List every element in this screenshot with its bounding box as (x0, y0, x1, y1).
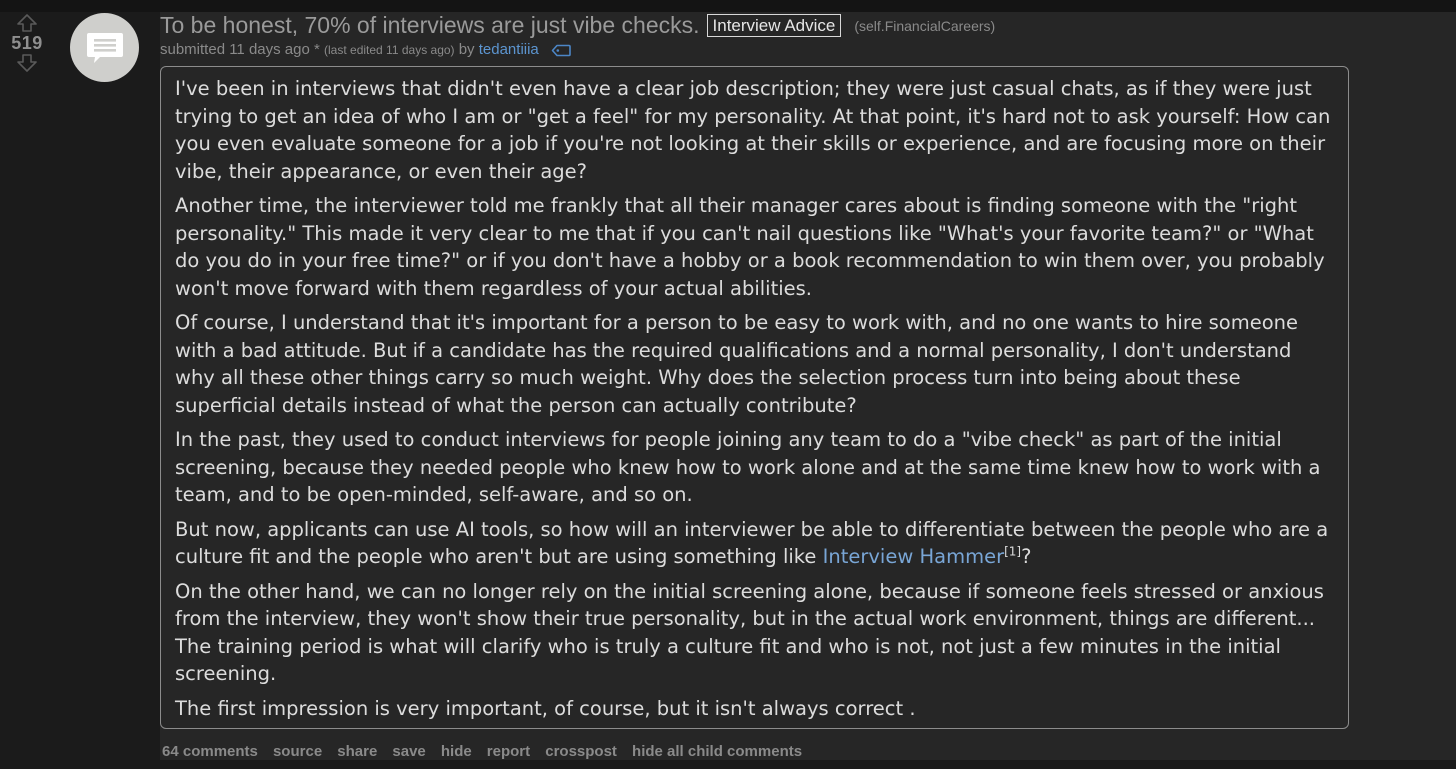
edited-time: (last edited 11 days ago) (324, 43, 455, 57)
post-buttons: 64 comments source share save hide repor… (162, 741, 812, 760)
report-button[interactable]: report (487, 743, 530, 760)
self-post-thumbnail[interactable] (70, 13, 139, 82)
edited-asterisk: * (309, 41, 325, 58)
crosspost-button[interactable]: crosspost (545, 743, 617, 760)
interview-hammer-link[interactable]: Interview Hammer (823, 545, 1005, 568)
tagline: submitted 11 days ago * (last edited 11 … (160, 41, 571, 58)
post-title[interactable]: To be honest, 70% of interviews are just… (160, 12, 700, 38)
body-paragraph: I've been in interviews that didn't even… (175, 77, 1331, 183)
tag-icon[interactable] (551, 44, 571, 57)
up-arrow-icon[interactable] (17, 14, 37, 32)
top-strip (0, 0, 1456, 12)
body-text: But now, applicants can use AI tools, so… (175, 517, 1329, 569)
hide-child-comments-button[interactable]: hide all child comments (632, 743, 802, 760)
post-body: I've been in interviews that didn't even… (160, 66, 1349, 729)
self-post-icon (86, 32, 123, 63)
body-text: ? (1021, 545, 1032, 568)
page: 519 To be honest, 70% of interviews are … (0, 0, 1456, 769)
link-flair: Interview Advice (706, 14, 842, 37)
body-paragraph: Another time, the interviewer told me fr… (175, 194, 1325, 300)
submitted-time: submitted 11 days ago (160, 41, 310, 58)
body-paragraph: On the other hand, we can no longer rely… (175, 579, 1324, 686)
author-link[interactable]: tedantiiia (479, 41, 539, 58)
down-arrow-icon[interactable] (17, 54, 37, 72)
body-paragraph: Of course, I understand that it's import… (175, 311, 1299, 417)
title-line: To be honest, 70% of interviews are just… (160, 12, 995, 39)
vote-score: 519 (11, 33, 43, 53)
source-button[interactable]: source (273, 743, 322, 760)
vote-column: 519 (0, 14, 54, 72)
hide-button[interactable]: hide (441, 743, 472, 760)
footnote-ref[interactable]: [1] (1004, 545, 1021, 559)
by-label: by (454, 41, 479, 58)
post-domain[interactable]: (self.FinancialCareers) (854, 18, 995, 34)
body-paragraph: But now, applicants can use AI tools, so… (175, 516, 1334, 571)
save-button[interactable]: save (392, 743, 425, 760)
body-paragraph: In the past, they used to conduct interv… (175, 428, 1321, 506)
comments-button[interactable]: 64 comments (162, 743, 258, 760)
share-button[interactable]: share (337, 743, 377, 760)
body-paragraph: The first impression is very important, … (175, 696, 916, 720)
